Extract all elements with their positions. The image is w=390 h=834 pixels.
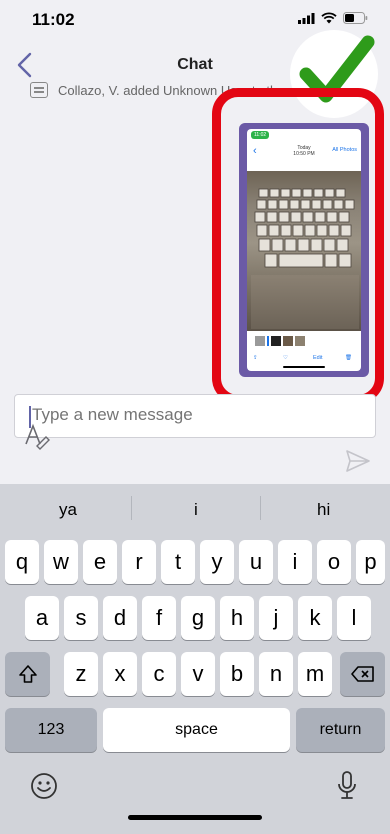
backspace-icon [350, 666, 374, 682]
key-v[interactable]: v [181, 652, 215, 696]
home-indicator [128, 815, 262, 820]
shift-key[interactable] [5, 652, 50, 696]
numbers-key[interactable]: 123 [5, 708, 97, 752]
microphone-icon [338, 771, 356, 799]
key-h[interactable]: h [220, 596, 254, 640]
key-c[interactable]: c [142, 652, 176, 696]
wifi-icon [321, 12, 337, 24]
key-e[interactable]: e [83, 540, 117, 584]
key-m[interactable]: m [298, 652, 332, 696]
suggestion-1[interactable]: ya [59, 500, 77, 520]
message-input[interactable] [32, 405, 352, 425]
suggestion-3[interactable]: hi [317, 500, 330, 520]
roster-icon [30, 82, 48, 98]
format-button[interactable] [24, 422, 54, 450]
backspace-key[interactable] [340, 652, 385, 696]
battery-icon [343, 12, 368, 24]
key-t[interactable]: t [161, 540, 195, 584]
key-k[interactable]: k [298, 596, 332, 640]
shift-icon [18, 665, 37, 683]
microphone-button[interactable] [336, 770, 358, 802]
key-g[interactable]: g [181, 596, 215, 640]
key-s[interactable]: s [64, 596, 98, 640]
key-p[interactable]: p [356, 540, 385, 584]
key-w[interactable]: w [44, 540, 78, 584]
keyboard: ya i hi q w e r t y u i o p a s d f g h … [0, 484, 390, 834]
key-o[interactable]: o [317, 540, 351, 584]
send-icon [346, 450, 370, 472]
key-b[interactable]: b [220, 652, 254, 696]
compose-box[interactable] [14, 394, 376, 438]
suggestion-2[interactable]: i [194, 500, 198, 520]
signal-icon [298, 12, 315, 24]
key-q[interactable]: q [5, 540, 39, 584]
key-z[interactable]: z [64, 652, 98, 696]
return-key[interactable]: return [296, 708, 385, 752]
key-r[interactable]: r [122, 540, 156, 584]
key-u[interactable]: u [239, 540, 273, 584]
status-time: 11:02 [32, 10, 75, 29]
status-icons [298, 12, 368, 24]
key-d[interactable]: d [103, 596, 137, 640]
format-text-icon [25, 423, 50, 450]
space-key[interactable]: space [103, 708, 290, 752]
key-a[interactable]: a [25, 596, 59, 640]
key-y[interactable]: y [200, 540, 234, 584]
key-x[interactable]: x [103, 652, 137, 696]
suggestion-bar: ya i hi [0, 484, 390, 530]
key-l[interactable]: l [337, 596, 371, 640]
key-i[interactable]: i [278, 540, 312, 584]
key-j[interactable]: j [259, 596, 293, 640]
send-button[interactable] [344, 448, 372, 474]
key-n[interactable]: n [259, 652, 293, 696]
emoji-icon [31, 773, 57, 799]
emoji-button[interactable] [30, 772, 58, 800]
highlight-annotation [212, 88, 384, 404]
key-f[interactable]: f [142, 596, 176, 640]
